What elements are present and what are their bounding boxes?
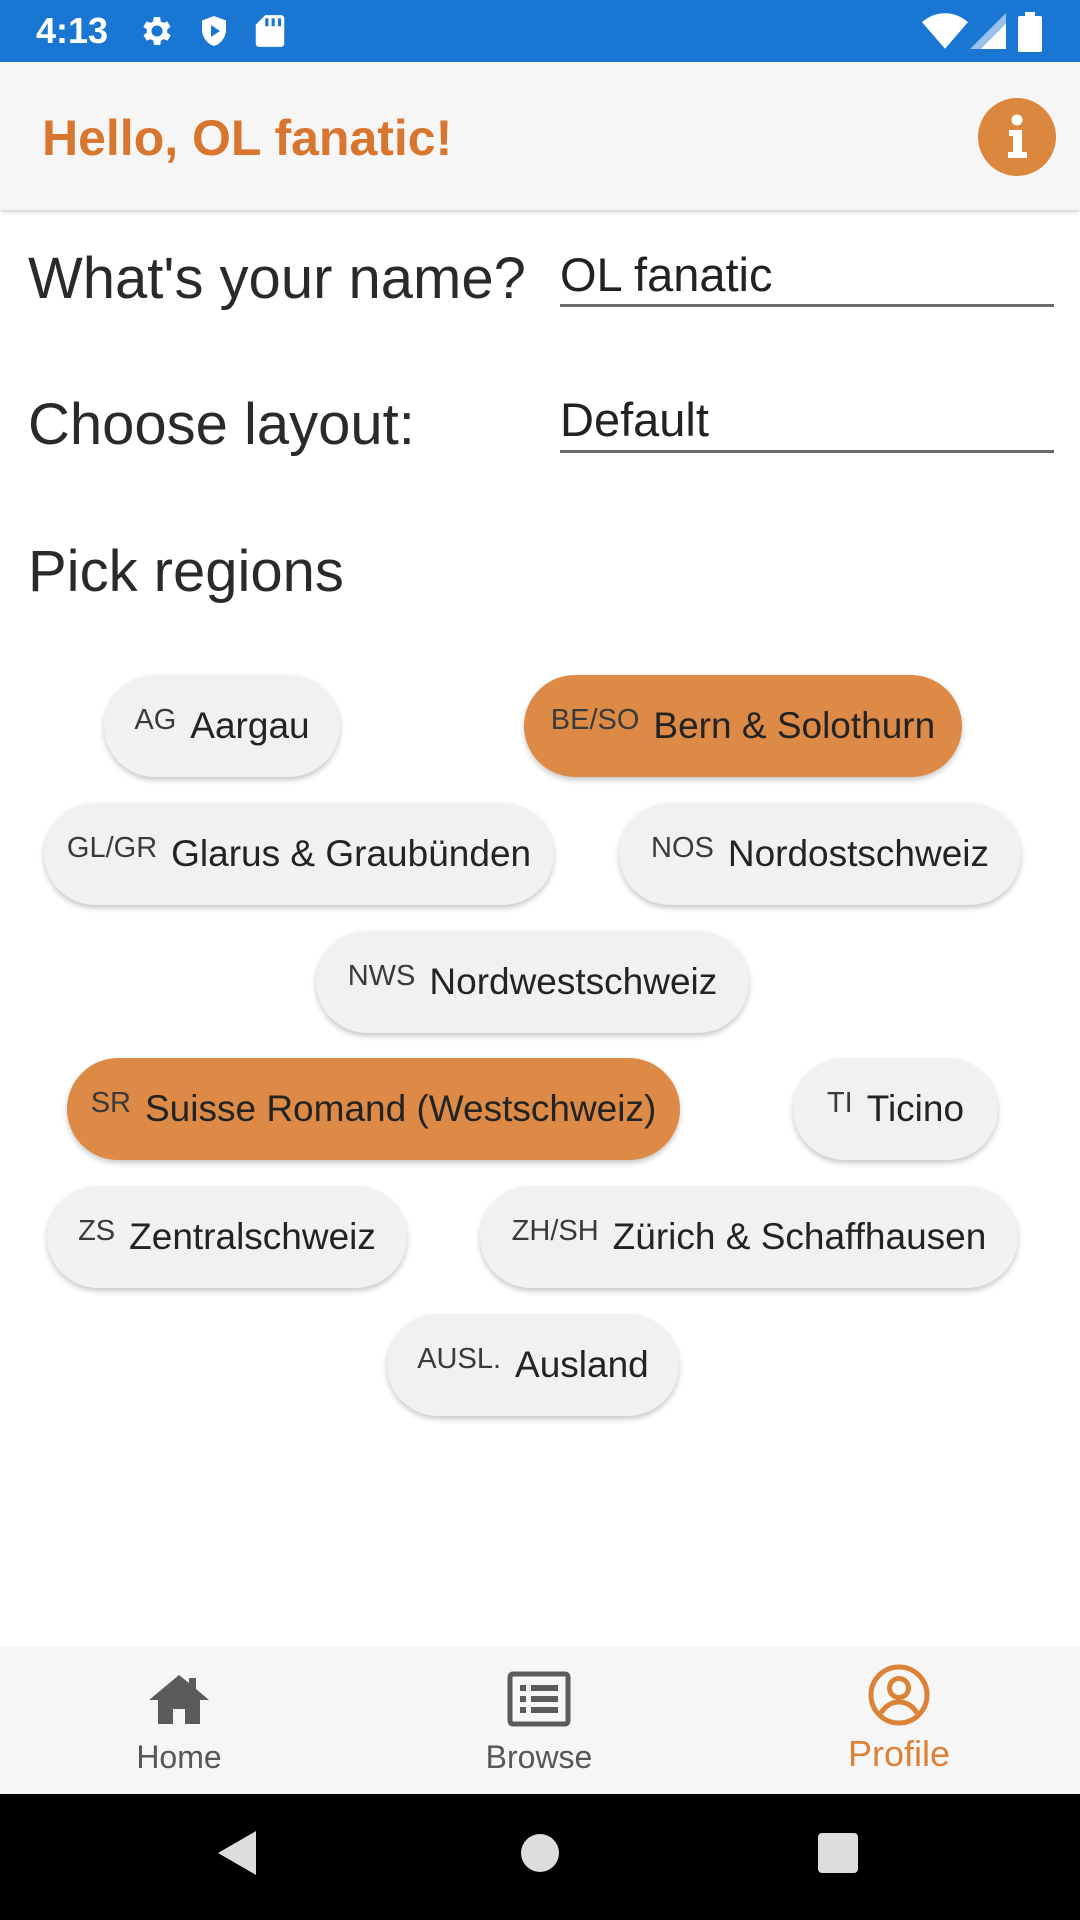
region-code: ZS	[78, 1214, 116, 1247]
layout-label: Choose layout:	[28, 392, 415, 457]
home-circle-icon[interactable]	[520, 1833, 560, 1873]
region-chip-ti[interactable]: TI Ticino	[793, 1058, 998, 1160]
info-button[interactable]	[978, 98, 1056, 176]
region-code: NWS	[347, 959, 416, 992]
regions-heading: Pick regions	[28, 539, 344, 604]
gear-icon	[138, 12, 176, 55]
region-name: Nordostschweiz	[727, 833, 989, 874]
region-code: ZH/SH	[511, 1214, 599, 1247]
region-code: BE/SO	[550, 703, 640, 736]
list-icon	[507, 1671, 571, 1727]
region-code: SR	[90, 1086, 131, 1119]
back-icon[interactable]	[216, 1829, 260, 1877]
region-name: Suisse Romand (Westschweiz)	[144, 1088, 657, 1129]
info-icon	[1008, 114, 1027, 158]
nav-label-browse: Browse	[485, 1739, 593, 1775]
region-chip-zh-sh[interactable]: ZH/SH Zürich & Schaffhausen	[480, 1186, 1018, 1288]
profile-icon	[868, 1664, 930, 1726]
wifi-icon	[922, 12, 968, 55]
region-name: Glarus & Graubünden	[171, 833, 532, 874]
region-name: Ausland	[515, 1344, 649, 1385]
app-bar: Hello, OL fanatic!	[0, 62, 1080, 210]
region-chip-ausl[interactable]: AUSL. Ausland	[387, 1314, 679, 1416]
signal-icon	[970, 12, 1006, 55]
battery-icon	[1018, 12, 1042, 57]
region-name: Nordwestschweiz	[429, 961, 718, 1002]
region-chip-be-so[interactable]: BE/SO Bern & Solothurn	[524, 675, 962, 777]
nav-item-browse[interactable]: Browse	[429, 1647, 649, 1794]
region-name: Aargau	[190, 705, 310, 746]
region-chip-nws[interactable]: NWS Nordwestschweiz	[316, 931, 749, 1033]
region-code: AG	[134, 703, 177, 736]
region-chip-ag[interactable]: AG Aargau	[104, 675, 340, 777]
region-name: Ticino	[866, 1088, 965, 1129]
region-name: Bern & Solothurn	[653, 705, 936, 746]
shield-icon	[196, 12, 232, 55]
nav-item-profile[interactable]: Profile	[789, 1647, 1009, 1794]
region-chip-sr[interactable]: SR Suisse Romand (Westschweiz)	[67, 1058, 680, 1160]
region-code: NOS	[651, 831, 714, 864]
home-icon	[149, 1675, 209, 1724]
bottom-nav: Home Browse Profile	[0, 1647, 1080, 1794]
nav-item-home[interactable]: Home	[69, 1647, 289, 1794]
region-code: GL/GR	[66, 831, 158, 864]
region-name: Zürich & Schaffhausen	[612, 1216, 987, 1257]
nav-label-profile: Profile	[847, 1733, 951, 1774]
layout-select[interactable]: Default	[560, 390, 1054, 453]
region-chip-zs[interactable]: ZS Zentralschweiz	[47, 1186, 407, 1288]
name-label: What's your name?	[28, 246, 526, 311]
system-nav-bar	[0, 1794, 1080, 1920]
status-time: 4:13	[36, 10, 109, 51]
nav-label-home: Home	[136, 1739, 222, 1775]
app-title: Hello, OL fanatic!	[42, 110, 453, 166]
region-chip-nos[interactable]: NOS Nordostschweiz	[619, 803, 1021, 905]
screen: 4:13 Hello, OL fanatic! What's your name…	[0, 0, 1080, 1920]
status-bar: 4:13	[0, 0, 1080, 62]
region-code: TI	[826, 1086, 853, 1119]
recents-icon[interactable]	[818, 1833, 858, 1873]
sd-card-icon	[254, 12, 286, 55]
region-name: Zentralschweiz	[129, 1216, 376, 1257]
name-input[interactable]	[560, 244, 1054, 307]
region-chip-gl-gr[interactable]: GL/GR Glarus & Graubünden	[44, 803, 554, 905]
region-code: AUSL.	[417, 1342, 502, 1375]
